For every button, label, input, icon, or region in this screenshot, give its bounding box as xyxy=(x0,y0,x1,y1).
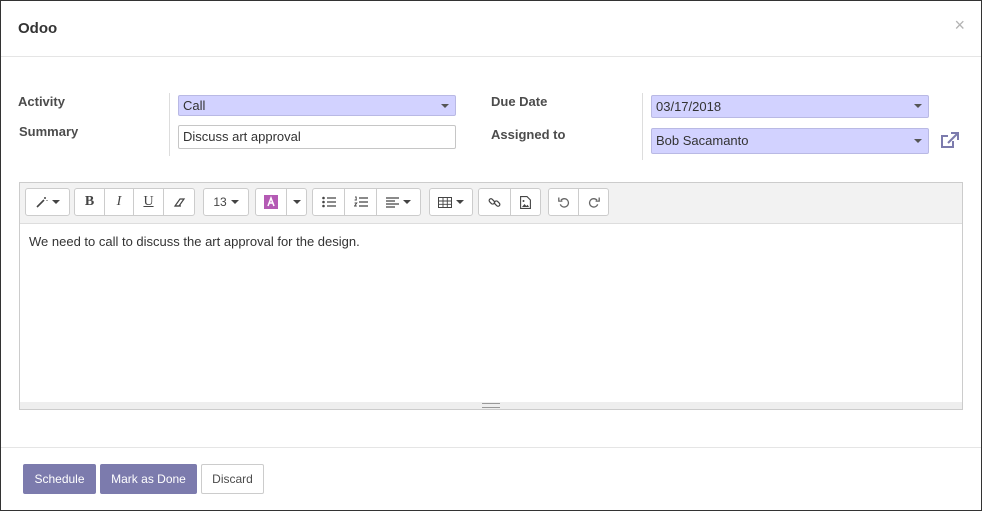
link-icon xyxy=(488,196,501,209)
chevron-down-icon xyxy=(914,139,922,143)
chevron-down-icon xyxy=(914,104,922,108)
align-left-icon xyxy=(386,196,399,208)
numbered-list-icon xyxy=(353,196,368,208)
editor-toolbar: B I U 13 xyxy=(20,183,962,224)
bullet-list-button[interactable] xyxy=(312,188,345,216)
dialog-footer: Schedule Mark as Done Discard xyxy=(1,447,981,511)
bold-button[interactable]: B xyxy=(74,188,105,216)
redo-icon xyxy=(588,196,600,208)
schedule-button[interactable]: Schedule xyxy=(23,464,96,494)
chevron-down-icon xyxy=(51,200,60,204)
due-date-value: 03/17/2018 xyxy=(656,99,722,114)
discard-button[interactable]: Discard xyxy=(201,464,264,494)
align-button[interactable] xyxy=(376,188,421,216)
editor-content[interactable]: We need to call to discuss the art appro… xyxy=(29,234,360,249)
link-button[interactable] xyxy=(478,188,511,216)
undo-button[interactable] xyxy=(548,188,579,216)
font-size-button[interactable]: 13 xyxy=(203,188,249,216)
activity-value: Call xyxy=(183,98,206,113)
table-icon xyxy=(438,196,452,208)
note-editor: B I U 13 We need to call to discuss the … xyxy=(19,182,963,410)
numbered-list-button[interactable] xyxy=(344,188,377,216)
activity-dialog: Odoo × Activity Summary Call Discuss art… xyxy=(0,0,982,511)
chevron-down-icon xyxy=(403,200,411,204)
redo-button[interactable] xyxy=(578,188,609,216)
underline-button[interactable]: U xyxy=(133,188,164,216)
assigned-to-value: Bob Sacamanto xyxy=(656,133,749,148)
eraser-button[interactable] xyxy=(163,188,195,216)
bullet-list-icon xyxy=(321,196,336,208)
chevron-down-icon xyxy=(456,200,464,204)
undo-icon xyxy=(557,196,570,208)
summary-value: Discuss art approval xyxy=(183,129,301,144)
dialog-header: Odoo × xyxy=(1,1,981,57)
assigned-to-label: Assigned to xyxy=(491,127,566,142)
due-date-input[interactable]: 03/17/2018 xyxy=(651,95,929,118)
due-date-label: Due Date xyxy=(491,94,548,109)
editor-resize-handle[interactable] xyxy=(20,402,962,409)
dialog-title: Odoo xyxy=(18,20,58,37)
font-color-dropdown[interactable] xyxy=(286,188,307,216)
activity-label: Activity xyxy=(18,94,65,109)
font-size-value: 13 xyxy=(213,195,227,209)
font-color-button[interactable] xyxy=(255,188,287,216)
chevron-down-icon xyxy=(441,104,449,108)
close-icon[interactable]: × xyxy=(954,15,965,35)
chevron-down-icon xyxy=(230,200,239,204)
summary-input[interactable]: Discuss art approval xyxy=(178,125,456,149)
italic-button[interactable]: I xyxy=(104,188,134,216)
mark-as-done-button[interactable]: Mark as Done xyxy=(100,464,197,494)
magic-wand-icon xyxy=(35,196,48,208)
style-button[interactable] xyxy=(25,188,70,216)
assigned-to-select[interactable]: Bob Sacamanto xyxy=(651,128,929,154)
left-column-divider xyxy=(169,93,170,156)
image-button[interactable] xyxy=(510,188,541,216)
external-link-icon[interactable] xyxy=(939,131,961,151)
summary-label: Summary xyxy=(19,124,79,139)
right-column-divider xyxy=(642,93,643,160)
activity-select[interactable]: Call xyxy=(178,95,456,116)
table-button[interactable] xyxy=(429,188,473,216)
eraser-icon xyxy=(173,197,186,208)
chevron-down-icon xyxy=(292,200,301,204)
font-color-icon xyxy=(264,195,278,209)
image-icon xyxy=(520,195,531,209)
grip-icon xyxy=(482,403,500,408)
